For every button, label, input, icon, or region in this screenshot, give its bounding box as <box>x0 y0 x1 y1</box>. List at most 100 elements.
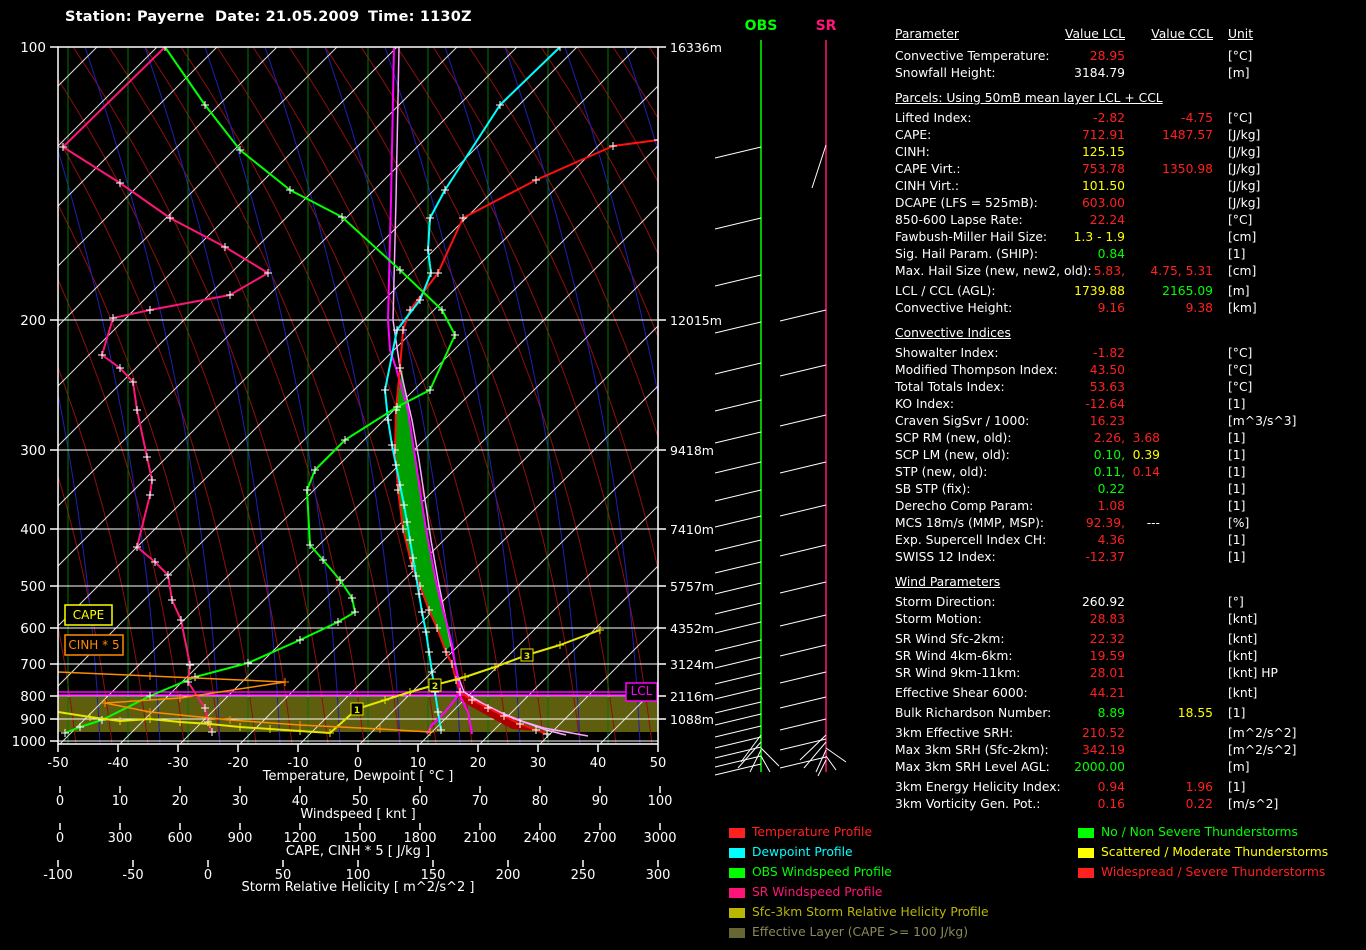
legend-swatch <box>729 928 745 938</box>
svg-text:80: 80 <box>532 794 549 809</box>
table-row: LCL / CCL (AGL): 1739.88 2165.09 [m] <box>895 284 1365 300</box>
table-row: 3km Energy Helicity Index: 0.94 1.96 [1] <box>895 780 1365 796</box>
table-row: Craven SigSvr / 1000: 16.23 [m^3/s^3] <box>895 414 1365 430</box>
value-ccl: 3.68 <box>1132 431 1160 445</box>
lcl-box: LCL <box>625 682 658 702</box>
legend-swatch <box>729 888 745 898</box>
table-row: SR Wind 9km-11km: 28.01 [knt] HP <box>895 666 1365 682</box>
svg-text:Temperature, Dewpoint [ °C ]: Temperature, Dewpoint [ °C ] <box>262 769 454 784</box>
legend-text: OBS Windspeed Profile <box>752 865 892 879</box>
legend-swatch <box>1078 828 1094 838</box>
table-row: 3km Vorticity Gen. Pot.: 0.16 0.22 [m/s^2] <box>895 797 1365 813</box>
svg-text:900: 900 <box>20 712 46 728</box>
svg-text:300: 300 <box>108 831 133 846</box>
table-row: SCP LM (new, old): 0.10, 0.39 [1] <box>895 448 1365 464</box>
svg-text:0: 0 <box>204 868 212 883</box>
table-row: Fawbush-Miller Hail Size: 1.3 - 1.9 [cm] <box>895 230 1365 246</box>
value-lcl: 4.36 <box>1097 533 1125 547</box>
table-row: DCAPE (LFS = 525mB): 603.00 [J/kg] <box>895 196 1365 212</box>
svg-text:1000: 1000 <box>12 734 46 750</box>
unit-label: [m] <box>1228 760 1250 774</box>
svg-text:16336m: 16336m <box>670 40 722 55</box>
svg-text:20: 20 <box>172 794 189 809</box>
table-row: Derecho Comp Param: 1.08 [1] <box>895 499 1365 515</box>
svg-text:0: 0 <box>56 831 64 846</box>
unit-label: [knt] <box>1228 686 1258 700</box>
value-ccl: --- <box>1146 516 1160 530</box>
unit-label: [m^2/s^2] <box>1228 726 1297 740</box>
value-lcl: 210.52 <box>1081 726 1125 740</box>
svg-text:200: 200 <box>496 868 521 883</box>
legend-swatch <box>729 848 745 858</box>
value-lcl: 22.24 <box>1089 213 1125 227</box>
value-lcl: 19.59 <box>1089 649 1125 663</box>
value-lcl: -12.64 <box>1085 397 1125 411</box>
svg-text:30: 30 <box>232 794 249 809</box>
value-lcl: 1.3 - 1.9 <box>1073 230 1125 244</box>
value-ccl: 1.96 <box>1185 780 1213 794</box>
unit-label: [J/kg] <box>1228 128 1261 142</box>
cinh-box: CINH * 5 <box>64 634 124 656</box>
value-ccl: 4.75, 5.31 <box>1150 264 1213 278</box>
value-lcl: 2000.00 <box>1074 760 1125 774</box>
unit-label: [m] <box>1228 284 1250 298</box>
sr-wind-column: SR <box>779 18 847 777</box>
unit-label: [cm] <box>1228 230 1257 244</box>
unit-label: [J/kg] <box>1228 162 1261 176</box>
svg-text:-100: -100 <box>43 868 73 883</box>
value-lcl: 1.08 <box>1097 499 1125 513</box>
value-lcl: 603.00 <box>1081 196 1125 210</box>
svg-text:Storm Relative Helicity [ m^2: Storm Relative Helicity [ m^2/s^2 ] <box>241 880 474 895</box>
unit-label: [°C] <box>1228 111 1253 125</box>
svg-text:300: 300 <box>646 868 671 883</box>
skewt-chart: 123CAPECINH * 5LCL1002003004005006007008… <box>12 18 847 895</box>
table-header-row: Parameter Value LCL Value CCL Unit <box>895 27 1365 43</box>
cape-axis: 0 300 600 900 1200 1500 1800 2100 2400 2700 3000CA… <box>56 823 677 859</box>
table-row: Showalter Index: -1.82 [°C] <box>895 346 1365 362</box>
table-row: 3km Effective SRH: 210.52 [m^2/s^2] <box>895 726 1365 742</box>
svg-text:500: 500 <box>20 579 46 595</box>
unit-label: [1] <box>1228 706 1246 720</box>
value-ccl: 0.22 <box>1185 797 1213 811</box>
svg-text:300: 300 <box>20 443 46 459</box>
table-row: CINH Virt.: 101.50 [J/kg] <box>895 179 1365 195</box>
cape-box: CAPE <box>64 604 113 626</box>
legend-text: Dewpoint Profile <box>752 845 853 859</box>
value-lcl: 28.95 <box>1089 49 1125 63</box>
svg-text:5757m: 5757m <box>670 579 714 594</box>
value-lcl: 22.32 <box>1089 632 1125 646</box>
unit-label: [knt] <box>1228 632 1258 646</box>
unit-label: [°C] <box>1228 363 1253 377</box>
value-lcl: 0.22 <box>1097 482 1125 496</box>
legend-text: Sfc-3km Storm Relative Helicity Profile <box>752 905 989 919</box>
value-lcl: 43.50 <box>1089 363 1125 377</box>
table-row: Total Totals Index: 53.63 [°C] <box>895 380 1365 396</box>
table-row: Convective Temperature: 28.95 [°C] <box>895 49 1365 65</box>
table-row: Max 3km SRH (Sfc-2km): 342.19 [m^2/s^2] <box>895 743 1365 759</box>
table-row: CAPE: 712.91 1487.57 [J/kg] <box>895 128 1365 144</box>
legend-text: Effective Layer (CAPE >= 100 J/kg) <box>752 925 969 939</box>
col-unit: Unit <box>1228 27 1254 41</box>
table-row: Modified Thompson Index: 43.50 [°C] <box>895 363 1365 379</box>
svg-text:600: 600 <box>20 621 46 637</box>
svg-text:9418m: 9418m <box>670 443 714 458</box>
svg-text:-40: -40 <box>107 756 128 771</box>
table-row: 850-600 Lapse Rate: 22.24 [°C] <box>895 213 1365 229</box>
unit-label: [1] <box>1228 482 1246 496</box>
temperature-axis: -50 -40 -30 -20 -10 0 10 20 30 40 50Temperature, D… <box>47 744 666 784</box>
legend-swatch <box>729 868 745 878</box>
unit-label: [J/kg] <box>1228 179 1261 193</box>
unit-label: [1] <box>1228 465 1246 479</box>
svg-text:-50: -50 <box>122 868 143 883</box>
svg-text:800: 800 <box>20 689 46 705</box>
unit-label: [m/s^2] <box>1228 797 1279 811</box>
svg-text:3000: 3000 <box>643 831 676 846</box>
obs-wind-column: OBS <box>714 18 780 776</box>
table-section-title: Parcels: Using 50mB mean layer LCL + CCL <box>895 91 1163 105</box>
srh-level-marker: 2 <box>428 678 442 692</box>
svg-text:700: 700 <box>20 657 46 673</box>
table-row: Storm Motion: 28.83 [knt] <box>895 612 1365 628</box>
unit-label: [1] <box>1228 431 1246 445</box>
value-ccl: 0.14 <box>1132 465 1160 479</box>
svg-text:LCL: LCL <box>631 684 653 698</box>
